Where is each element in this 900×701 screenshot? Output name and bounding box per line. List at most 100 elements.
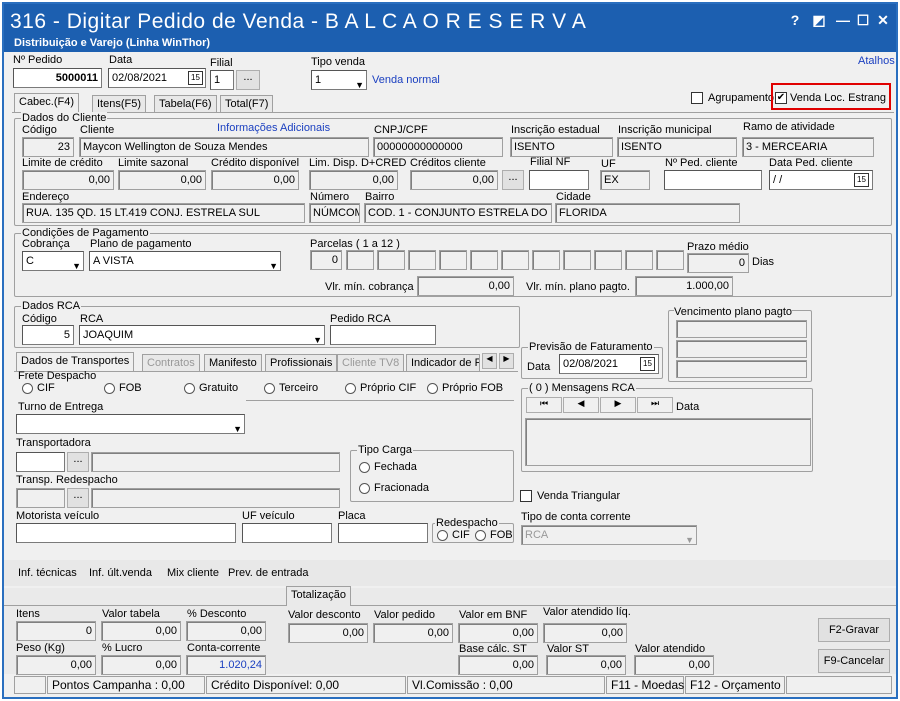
motorista-field[interactable] bbox=[16, 523, 236, 543]
next-icon[interactable]: ▶ bbox=[600, 397, 636, 413]
transp-red-name bbox=[91, 488, 340, 508]
parcela-field bbox=[594, 250, 622, 270]
link-prev-entrada[interactable]: Prev. de entrada bbox=[228, 567, 309, 579]
filial-search-button[interactable]: ... bbox=[236, 70, 260, 90]
link-inf-ult-venda[interactable]: Inf. últ.venda bbox=[89, 567, 152, 579]
parcela-field bbox=[563, 250, 591, 270]
frete-radio[interactable] bbox=[264, 383, 275, 394]
ramo-field: 3 - MERCEARIA bbox=[742, 137, 874, 157]
cancelar-button[interactable]: F9-Cancelar bbox=[818, 649, 890, 673]
redespacho-fob-radio[interactable] bbox=[475, 530, 486, 541]
maximize-icon[interactable]: ☐ bbox=[854, 12, 872, 28]
frete-radio[interactable] bbox=[184, 383, 195, 394]
ie-field: ISENTO bbox=[510, 137, 613, 157]
tipo-conta-value: RCA bbox=[525, 529, 549, 541]
calendar-icon-previsao[interactable]: 15 bbox=[640, 357, 655, 371]
vmc-label: Vlr. mín. cobrança bbox=[325, 281, 414, 293]
transp-red-search-button[interactable]: ... bbox=[67, 488, 89, 508]
bairro-label: Bairro bbox=[365, 191, 395, 203]
calendar-icon[interactable]: 15 bbox=[188, 71, 203, 85]
venda-loc-checkbox[interactable]: ✔ bbox=[775, 92, 787, 104]
uf-veiculo-field[interactable] bbox=[242, 523, 332, 543]
chevron-down-icon: ▼ bbox=[313, 335, 322, 345]
frete-radio[interactable] bbox=[345, 383, 356, 394]
help-icon[interactable]: ? bbox=[786, 12, 804, 28]
restore-icon[interactable]: ◩ bbox=[810, 12, 828, 28]
cidade-label: Cidade bbox=[556, 191, 591, 203]
tab-indicador[interactable]: Indicador de F bbox=[406, 354, 480, 372]
turno-select[interactable]: ▼ bbox=[16, 414, 245, 434]
frete-radio[interactable] bbox=[427, 383, 438, 394]
status-comissao: Vl.Comissão : 0,00 bbox=[407, 676, 605, 694]
conta-corrente-field: 1.020,24 bbox=[186, 655, 266, 675]
calendar-icon-dataped[interactable]: 15 bbox=[854, 173, 869, 187]
itens-label: Itens bbox=[16, 608, 40, 620]
tab-dados-transportes[interactable]: Dados de Transportes bbox=[16, 352, 135, 372]
base-st-field: 0,00 bbox=[458, 655, 538, 675]
tab-cabec[interactable]: Cabec.(F4) bbox=[14, 93, 80, 113]
nped-field[interactable] bbox=[664, 170, 762, 190]
vmp-label: Vlr. mín. plano pagto. bbox=[526, 281, 630, 293]
filial-field[interactable]: 1 bbox=[210, 70, 234, 90]
frete-option-label: CIF bbox=[37, 382, 55, 394]
vencimento-2 bbox=[676, 340, 807, 358]
pedido-rca-field[interactable] bbox=[330, 325, 436, 345]
redespacho-cif-radio[interactable] bbox=[437, 530, 448, 541]
placa-field[interactable] bbox=[338, 523, 428, 543]
tab-tabela[interactable]: Tabela(F6) bbox=[154, 95, 217, 113]
transp-red-label: Transp. Redespacho bbox=[16, 474, 118, 486]
filialnf-field[interactable] bbox=[529, 170, 589, 190]
vencimento-1 bbox=[676, 320, 807, 338]
scroll-right-icon[interactable]: ▶ bbox=[499, 353, 514, 369]
tipo-venda-select[interactable]: 1 ▼ bbox=[311, 70, 367, 90]
last-icon[interactable]: ⏭ bbox=[637, 397, 673, 413]
tab-itens[interactable]: Itens(F5) bbox=[92, 95, 147, 113]
tab-manifesto[interactable]: Manifesto bbox=[204, 354, 262, 372]
close-icon[interactable]: ✕ bbox=[874, 12, 892, 28]
first-icon[interactable]: ⏮ bbox=[526, 397, 562, 413]
rca-label: RCA bbox=[80, 313, 104, 325]
minimize-icon[interactable]: — bbox=[834, 12, 852, 28]
atalhos-link[interactable]: Atalhos bbox=[858, 55, 895, 67]
redespacho-cif-label: CIF bbox=[452, 529, 470, 541]
transportadora-code[interactable] bbox=[16, 452, 65, 472]
credcli-field: 0,00 bbox=[410, 170, 498, 190]
agrupamento-checkbox[interactable] bbox=[691, 92, 703, 104]
rca-codigo-label: Código bbox=[22, 313, 57, 325]
info-adicionais-link[interactable]: Informações Adicionais bbox=[217, 122, 330, 134]
mensagens-area[interactable] bbox=[525, 418, 811, 466]
bnf-label: Valor em BNF bbox=[459, 609, 528, 621]
cobranca-select[interactable]: C ▼ bbox=[22, 251, 84, 271]
credcli-button[interactable]: ... bbox=[502, 170, 524, 190]
link-mix-cliente[interactable]: Mix cliente bbox=[167, 567, 219, 579]
status-credito: Crédito Disponível: 0,00 bbox=[206, 676, 406, 694]
scroll-left-icon[interactable]: ◀ bbox=[482, 353, 497, 369]
triangular-checkbox[interactable] bbox=[520, 490, 532, 502]
window-subtitle: Distribuição e Varejo (Linha WinThor) bbox=[14, 37, 211, 49]
turno-label: Turno de Entrega bbox=[18, 401, 104, 413]
plano-value: A VISTA bbox=[93, 255, 134, 267]
radio-fechada[interactable] bbox=[359, 462, 370, 473]
tab-cliente-tv8[interactable]: Cliente TV8 bbox=[337, 354, 405, 372]
tab-totalizacao[interactable]: Totalização bbox=[286, 586, 352, 606]
rca-codigo-field[interactable]: 5 bbox=[22, 325, 74, 345]
frete-option-label: Gratuito bbox=[199, 382, 239, 394]
link-inf-tecnicas[interactable]: Inf. técnicas bbox=[18, 567, 77, 579]
tab-contratos[interactable]: Contratos bbox=[142, 354, 200, 372]
transportadora-search-button[interactable]: ... bbox=[67, 452, 89, 472]
cobranca-value: C bbox=[26, 255, 34, 267]
prev-icon[interactable]: ◀ bbox=[563, 397, 599, 413]
radio-fracionada[interactable] bbox=[359, 483, 370, 494]
valor-st-label: Valor ST bbox=[547, 643, 589, 655]
tab-profissionais[interactable]: Profissionais bbox=[265, 354, 338, 372]
frete-radio[interactable] bbox=[22, 383, 33, 394]
tipo-conta-label: Tipo de conta corrente bbox=[521, 511, 631, 523]
tipo-conta-select[interactable]: RCA ▼ bbox=[521, 525, 697, 545]
numero-label: Número bbox=[310, 191, 350, 203]
rca-select[interactable]: JOAQUIM ▼ bbox=[79, 325, 325, 345]
tab-total[interactable]: Total(F7) bbox=[220, 95, 274, 113]
frete-radio[interactable] bbox=[104, 383, 115, 394]
parcela-field bbox=[532, 250, 560, 270]
gravar-button[interactable]: F2-Gravar bbox=[818, 618, 890, 642]
plano-select[interactable]: A VISTA ▼ bbox=[89, 251, 281, 271]
